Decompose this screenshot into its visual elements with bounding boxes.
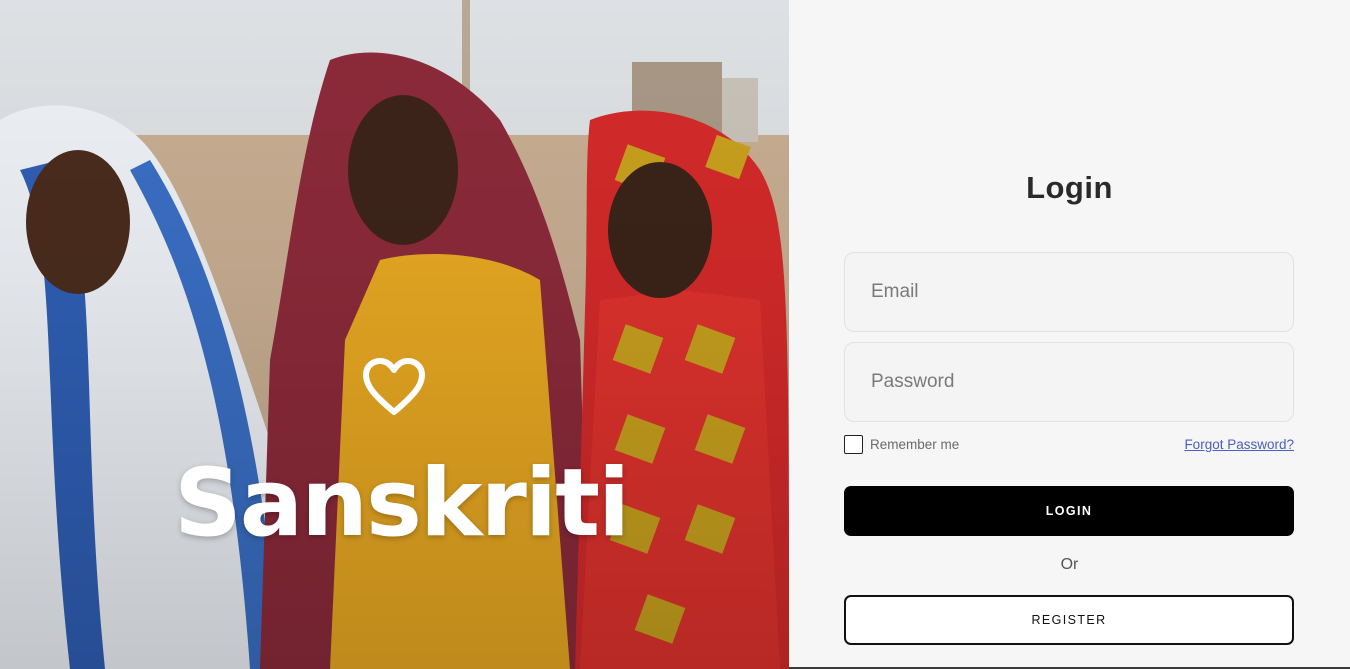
login-button[interactable]: LOGIN bbox=[844, 486, 1294, 536]
remember-row: Remember me Forgot Password? bbox=[844, 435, 1294, 455]
hero-overlay bbox=[0, 0, 789, 669]
brand-name: Sanskriti bbox=[174, 449, 630, 558]
forgot-password-link[interactable]: Forgot Password? bbox=[1184, 437, 1294, 452]
remember-checkbox[interactable] bbox=[844, 435, 863, 454]
email-field[interactable] bbox=[844, 252, 1294, 332]
or-separator: Or bbox=[1060, 556, 1079, 573]
heart-outline-icon bbox=[363, 358, 425, 415]
register-button[interactable]: REGISTER bbox=[844, 595, 1294, 645]
login-panel: Login Remember me Forgot Password? LOGIN… bbox=[789, 0, 1350, 669]
login-title: Login bbox=[1026, 170, 1113, 205]
hero-image-panel: Sanskriti bbox=[0, 0, 789, 669]
remember-label: Remember me bbox=[870, 437, 960, 452]
password-field[interactable] bbox=[844, 342, 1294, 422]
